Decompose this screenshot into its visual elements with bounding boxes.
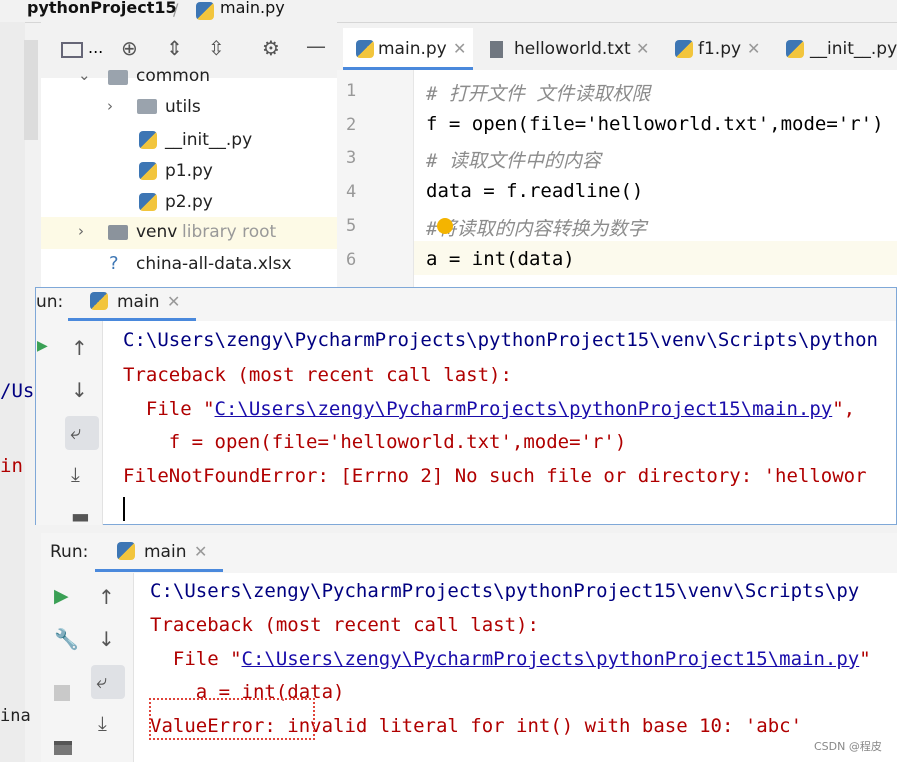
python-file-icon	[90, 292, 108, 310]
breadcrumb-separator: /	[173, 0, 179, 19]
tree-item-venv-hint: library root	[182, 222, 277, 242]
tab-label[interactable]: helloworld.txt	[514, 39, 631, 59]
breadcrumb-file[interactable]: main.py	[220, 0, 285, 17]
wrench-icon[interactable]: 🔧	[54, 627, 79, 651]
line-number: 5	[346, 216, 357, 236]
code-line: #将读取的内容转换为数字	[426, 218, 647, 240]
close-icon[interactable]: ✕	[167, 292, 180, 311]
output-line-file: File "C:\Users\zengy\PycharmProjects\pyt…	[123, 398, 856, 420]
run-tab-label[interactable]: main	[144, 542, 186, 562]
project-view-icon[interactable]	[61, 42, 83, 58]
output-line: FileNotFoundError: [Errno 2] No such fil…	[123, 465, 867, 487]
hide-icon[interactable]: —	[306, 34, 326, 58]
print-icon[interactable]: ▬	[71, 504, 90, 528]
tree-item-common[interactable]: common	[136, 66, 210, 86]
tree-item-p2[interactable]: p2.py	[165, 192, 213, 212]
output-line: Traceback (most recent call last):	[123, 364, 512, 386]
code-line: data = f.readline()	[426, 180, 644, 202]
unknown-file-icon: ?	[109, 253, 119, 274]
text-file-icon	[490, 41, 503, 58]
python-file-icon	[356, 40, 374, 58]
python-file-icon	[196, 2, 214, 20]
run-tab-indicator	[95, 569, 223, 572]
folder-icon	[108, 70, 128, 85]
folder-icon	[108, 225, 128, 240]
locate-icon[interactable]: ⊕	[121, 36, 138, 60]
project-tool-button[interactable]	[24, 40, 38, 140]
output-line: Traceback (most recent call last):	[150, 614, 539, 636]
expand-all-icon[interactable]: ⇕	[166, 36, 183, 60]
cut-off-text-ina: ina	[0, 706, 31, 726]
soft-wrap-icon: ⤶	[70, 420, 82, 444]
run-label: Run:	[50, 542, 89, 562]
rerun-icon[interactable]: ▶	[54, 585, 69, 607]
traceback-link[interactable]: C:\Users\zengy\PycharmProjects\pythonPro…	[242, 648, 860, 670]
folder-icon	[137, 99, 157, 114]
python-file-icon	[139, 131, 157, 149]
python-file-icon	[675, 40, 693, 58]
tree-item-venv[interactable]: venv	[136, 222, 177, 242]
output-line-file: File "C:\Users\zengy\PycharmProjects\pyt…	[150, 648, 871, 670]
chevron-right-icon[interactable]: ›	[107, 97, 113, 115]
code-line: f = open(file='helloworld.txt',mode='r')	[426, 113, 884, 135]
close-icon[interactable]: ✕	[747, 39, 760, 58]
breadcrumb-project[interactable]: pythonProject15	[27, 0, 177, 17]
cut-off-text-us: /Us	[0, 380, 35, 402]
tab-label[interactable]: __init__.py	[810, 39, 897, 59]
collapse-all-icon[interactable]: ⇳	[208, 36, 225, 60]
cut-off-text-in: in	[0, 455, 23, 477]
line-number: 4	[346, 182, 357, 202]
close-icon[interactable]: ✕	[636, 39, 649, 58]
close-icon[interactable]: ✕	[453, 39, 466, 58]
arrow-down-icon[interactable]: ↓	[98, 627, 115, 651]
output-line: C:\Users\zengy\PycharmProjects\pythonPro…	[123, 329, 878, 351]
scroll-to-end-icon[interactable]: ⤓	[98, 711, 107, 735]
scroll-to-end-icon[interactable]: ⤓	[71, 462, 80, 486]
project-view-dropdown[interactable]: ...	[88, 38, 103, 57]
run-panel-header	[36, 288, 896, 321]
python-file-icon	[117, 542, 135, 560]
tab-label[interactable]: main.py	[378, 39, 447, 59]
tree-item-xlsx[interactable]: china-all-data.xlsx	[136, 254, 292, 274]
code-line: # 打开文件 文件读取权限	[426, 83, 651, 105]
error-highlight-box	[149, 698, 315, 740]
arrow-up-icon[interactable]: ↑	[71, 336, 88, 360]
close-icon[interactable]: ✕	[194, 542, 207, 561]
watermark: CSDN @程皮	[814, 740, 882, 753]
code-line: a = int(data)	[426, 248, 575, 270]
tree-item-init[interactable]: __init__.py	[165, 130, 252, 150]
python-file-icon	[786, 40, 804, 58]
code-line: # 读取文件中的内容	[426, 150, 601, 172]
text-cursor	[123, 497, 125, 521]
traceback-link[interactable]: C:\Users\zengy\PycharmProjects\pythonPro…	[215, 398, 833, 420]
line-number: 6	[346, 250, 357, 270]
chevron-down-icon[interactable]: ⌄	[78, 66, 91, 84]
stop-icon[interactable]	[54, 685, 70, 701]
output-line: f = open(file='helloworld.txt',mode='r')	[123, 431, 627, 453]
line-number: 3	[346, 148, 357, 168]
arrow-down-icon[interactable]: ↓	[71, 378, 88, 402]
python-file-icon	[139, 162, 157, 180]
tree-item-utils[interactable]: utils	[165, 97, 201, 117]
tab-label[interactable]: f1.py	[698, 39, 741, 59]
layout-icon[interactable]	[54, 741, 72, 755]
chevron-right-icon[interactable]: ›	[78, 222, 84, 240]
line-number: 2	[346, 115, 357, 135]
tree-item-p1[interactable]: p1.py	[165, 161, 213, 181]
rerun-icon[interactable]: ▶	[37, 338, 48, 354]
gear-icon[interactable]: ⚙	[262, 36, 280, 60]
run-tab-label[interactable]: main	[117, 292, 159, 312]
intention-bulb-icon[interactable]	[437, 218, 453, 234]
arrow-up-icon[interactable]: ↑	[98, 585, 115, 609]
soft-wrap-icon: ⤶	[96, 669, 108, 693]
output-line: C:\Users\zengy\PycharmProjects\pythonPro…	[150, 580, 860, 602]
run-label: un:	[36, 292, 64, 312]
python-file-icon	[139, 193, 157, 211]
line-number: 1	[346, 81, 357, 101]
